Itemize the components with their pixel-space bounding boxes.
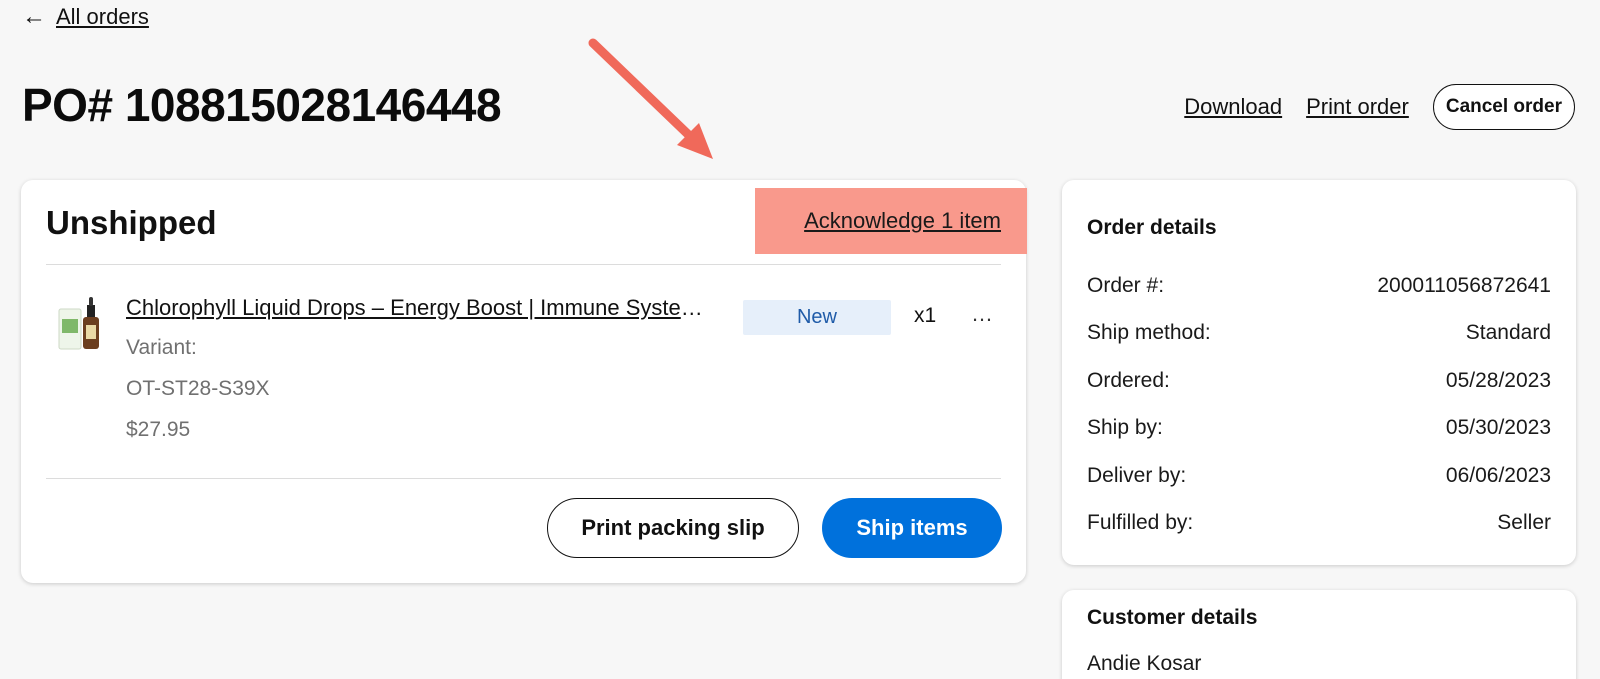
item-quantity: x1 — [914, 304, 937, 327]
status-badge: New — [743, 300, 891, 335]
detail-label: Ship method: — [1087, 321, 1211, 345]
detail-value: 05/28/2023 — [1445, 368, 1551, 392]
product-name-link[interactable]: Chlorophyll Liquid Drops – Energy Boost … — [126, 295, 721, 321]
product-price: $27.95 — [126, 418, 191, 441]
customer-name: Andie Kosar — [1087, 652, 1202, 675]
order-details-title: Order details — [1087, 216, 1217, 239]
detail-label: Ordered: — [1087, 368, 1170, 392]
header-actions: Download Print order Cancel order — [1184, 84, 1575, 130]
cancel-order-button[interactable]: Cancel order — [1432, 84, 1575, 130]
page-title: PO# 108815028146448 — [22, 79, 502, 131]
detail-value: Standard — [1465, 321, 1551, 345]
detail-value: 06/06/2023 — [1445, 463, 1551, 487]
customer-details-card: Customer details Andie Kosar — [1062, 590, 1576, 679]
detail-value: 05/30/2023 — [1445, 416, 1551, 440]
detail-label: Order #: — [1087, 273, 1165, 297]
order-details-list: Order #: 200011056872641 Ship method: St… — [1087, 262, 1551, 547]
annotation-arrow-icon — [588, 38, 713, 159]
acknowledge-highlight: Acknowledge 1 item — [755, 188, 1027, 254]
unshipped-title: Unshipped — [46, 204, 217, 241]
print-order-link[interactable]: Print order — [1306, 94, 1409, 120]
detail-value: Seller — [1497, 511, 1551, 535]
back-link-label[interactable]: All orders — [56, 4, 149, 30]
acknowledge-link[interactable]: Acknowledge 1 item — [804, 208, 1001, 234]
unshipped-card: Unshipped Acknowledge 1 item Chlorophyll… — [21, 180, 1027, 583]
detail-row-deliver-by: Deliver by: 06/06/2023 — [1087, 452, 1551, 500]
detail-row-fulfilled-by: Fulfilled by: Seller — [1087, 500, 1551, 548]
ship-items-button[interactable]: Ship items — [822, 498, 1002, 558]
more-options-icon[interactable]: … — [968, 296, 996, 332]
detail-row-ship-by: Ship by: 05/30/2023 — [1087, 405, 1551, 453]
detail-row-order-number: Order #: 200011056872641 — [1087, 262, 1551, 310]
detail-row-ordered: Ordered: 05/28/2023 — [1087, 357, 1551, 405]
detail-label: Fulfilled by: — [1087, 511, 1194, 535]
arrow-left-icon: ← — [22, 3, 46, 30]
customer-details-title: Customer details — [1087, 606, 1258, 629]
variant-label: Variant: — [126, 336, 197, 359]
back-link[interactable]: ← All orders — [22, 4, 149, 30]
download-link[interactable]: Download — [1184, 94, 1282, 120]
divider — [46, 478, 1001, 479]
detail-value: 200011056872641 — [1377, 273, 1551, 297]
detail-label: Ship by: — [1087, 416, 1163, 440]
print-packing-slip-button[interactable]: Print packing slip — [547, 498, 799, 558]
product-thumbnail[interactable] — [57, 295, 103, 353]
product-sku: OT-ST28-S39X — [126, 377, 270, 400]
divider — [46, 264, 1001, 265]
detail-label: Deliver by: — [1087, 463, 1187, 487]
order-details-card: Order details Order #: 200011056872641 S… — [1062, 180, 1576, 565]
detail-row-ship-method: Ship method: Standard — [1087, 310, 1551, 358]
